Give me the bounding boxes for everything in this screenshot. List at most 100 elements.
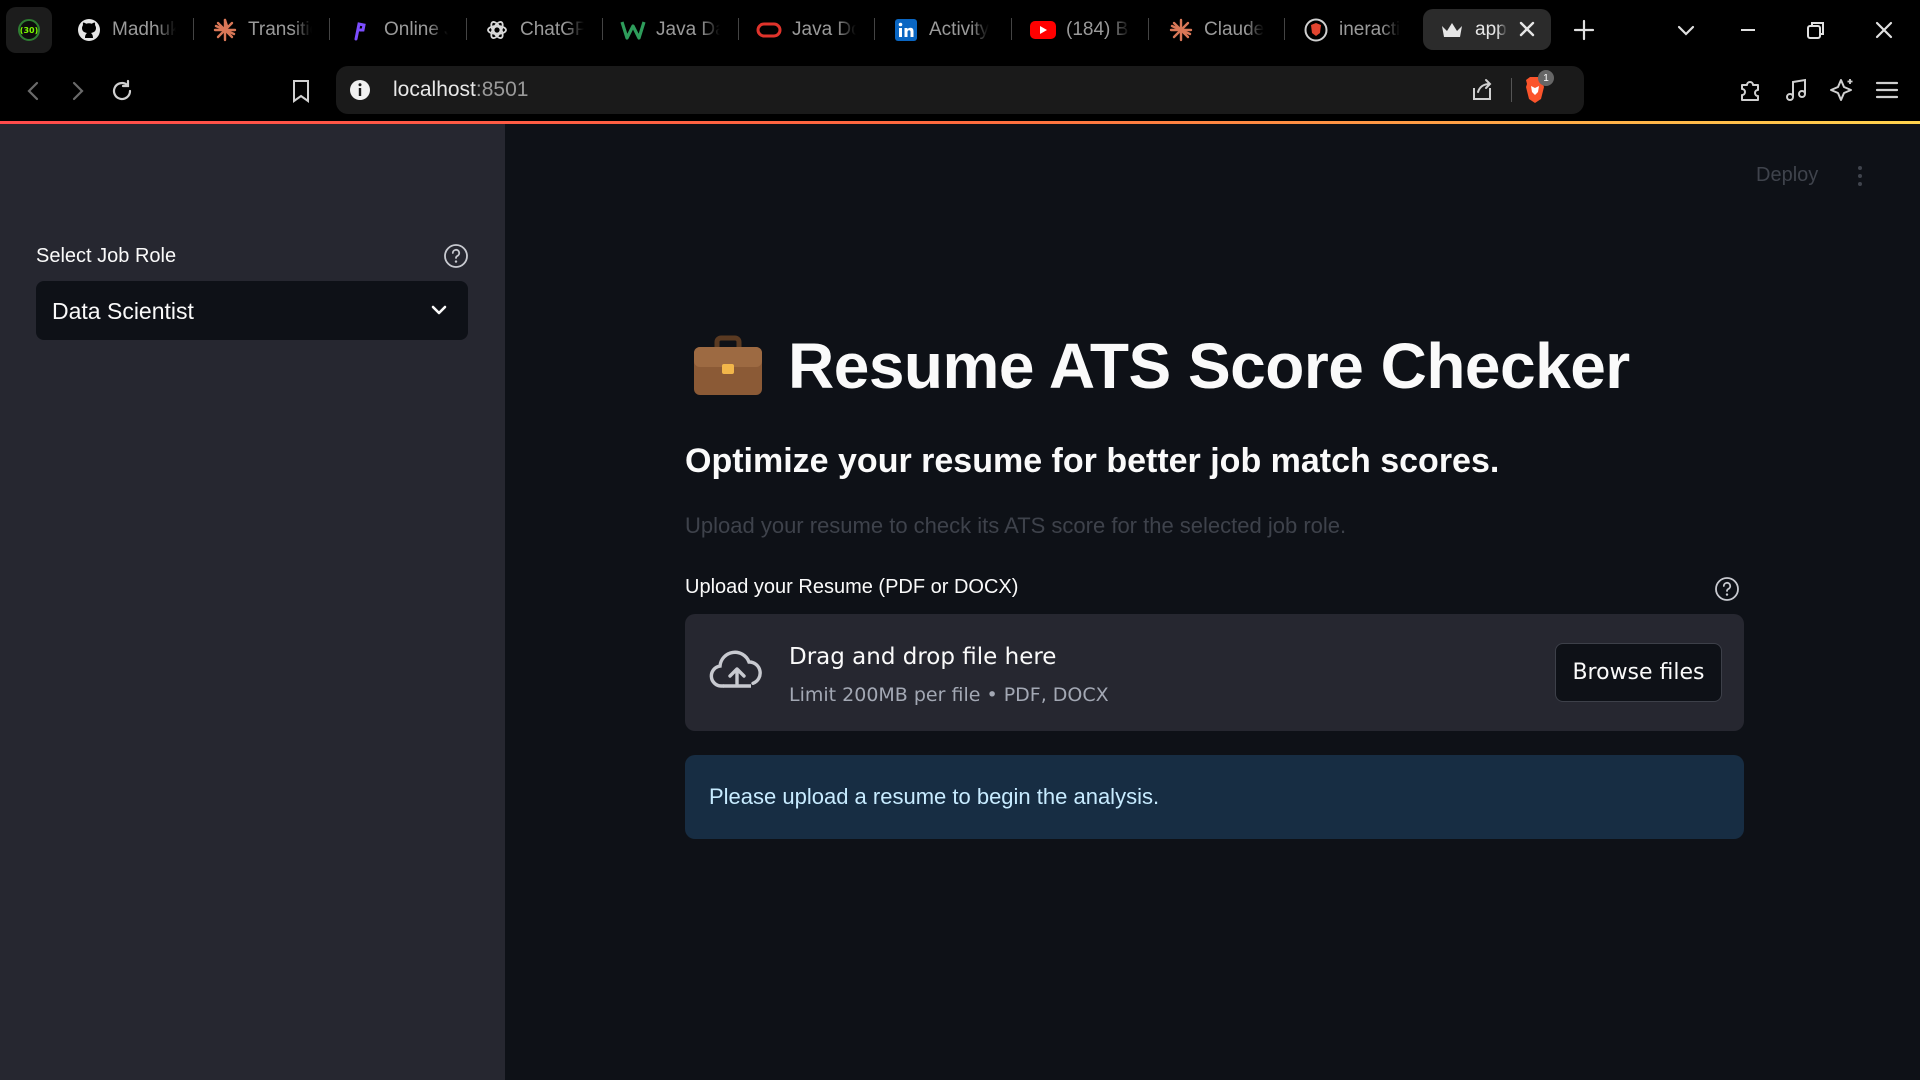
minimize-window-button[interactable] [1732,14,1764,46]
puzzle-icon [1741,81,1759,101]
reload-button[interactable] [104,73,140,109]
site-info-icon[interactable] [348,78,372,102]
brave-shield-icon [1303,17,1329,43]
github-icon [76,17,102,43]
pen-icon [348,17,374,43]
tab-label: Java Do [792,18,856,40]
url-host: localhost [393,78,476,101]
dropzone-title: Drag and drop file here [789,644,1057,670]
browser-toolbar: localhost:8501 1 [0,59,1920,121]
help-icon[interactable] [1714,576,1740,602]
minimize-icon [1741,29,1755,31]
claude-icon [212,17,238,43]
brave-shields-badge: 1 [1538,70,1554,86]
tab-active[interactable]: app [1423,9,1551,50]
dropzone-limit-text: Limit 200MB per file • PDF, DOCX [789,684,1109,706]
tab-3[interactable]: ChatGP [484,9,584,50]
tab-list-button[interactable] [1670,14,1702,46]
tab-9[interactable]: ineracti [1303,9,1407,50]
tab-separator [1011,18,1012,40]
tab-strip: (30) Madhuk Transitio Online J [0,0,1920,59]
share-icon[interactable] [1468,76,1496,104]
close-window-button[interactable] [1868,14,1900,46]
tab-separator [738,18,739,40]
sidebar: Select Job Role Data Scientist [0,124,505,1080]
back-button[interactable] [16,73,52,109]
reload-icon [112,79,132,101]
job-role-selected-value: Data Scientist [52,298,194,324]
streamlit-crown-icon [1439,17,1465,43]
extensions-button[interactable] [1734,73,1768,107]
sparkle-star-icon [1830,79,1853,101]
info-alert: Please upload a resume to begin the anal… [685,755,1744,839]
tab-7[interactable]: (184) Bu [1030,9,1130,50]
bookmark-button[interactable] [283,73,319,109]
close-icon [1875,21,1893,39]
app-badge-icon: (30) [18,19,40,41]
tab-4[interactable]: Java Dat [620,9,720,50]
tab-separator [466,18,467,40]
tab-label: Madhuk [112,18,176,40]
omnibox-divider [1511,78,1512,102]
tab-separator [602,18,603,40]
hamburger-menu-icon [1875,81,1899,99]
upload-label: Upload your Resume (PDF or DOCX) [685,576,1019,598]
tab-8[interactable]: Claude [1168,9,1278,50]
chatgpt-icon [484,17,510,43]
page-title: Resume ATS Score Checker [788,330,1630,402]
briefcase-icon [692,335,764,397]
cloud-upload-icon [709,650,765,694]
browse-files-button[interactable]: Browse files [1555,643,1722,702]
tab-separator [1148,18,1149,40]
tab-label: (184) Bu [1066,18,1130,40]
file-dropzone[interactable]: Drag and drop file here Limit 200MB per … [685,614,1744,731]
forward-arrow-icon [72,81,84,101]
url-port: :8501 [475,78,529,101]
tab-separator [874,18,875,40]
tab-label: app [1475,18,1507,40]
tab-6[interactable]: Activity [893,9,1003,50]
tab-label: ChatGP [520,18,584,40]
tab-label: Online J [384,18,448,40]
select-job-role-label: Select Job Role [36,245,177,267]
restore-icon [1807,22,1824,39]
page-title-row: Resume ATS Score Checker [692,324,1630,408]
tab-label: Claude [1204,18,1265,40]
tab-separator [193,18,194,40]
back-arrow-icon [27,81,39,101]
forward-button[interactable] [59,73,95,109]
deploy-button[interactable]: Deploy [1756,164,1818,187]
page-subtitle: Optimize your resume for better job matc… [685,442,1500,480]
w-icon [620,17,646,43]
restore-window-button[interactable] [1800,14,1832,46]
url-text[interactable]: localhost:8501 [393,78,528,102]
tab-label: Java Dat [656,18,720,40]
address-bar[interactable]: localhost:8501 1 [336,66,1584,114]
main-content: Deploy Resume ATS Score Checker Optimize… [505,124,1920,1080]
youtube-icon [1030,17,1056,43]
linkedin-icon [893,17,919,43]
music-note-icon [1786,78,1806,101]
new-tab-button[interactable] [1568,14,1600,46]
bookmark-icon [293,80,309,103]
close-tab-icon[interactable] [1515,17,1539,41]
tab-0[interactable]: Madhuk [76,9,176,50]
tab-1[interactable]: Transitio [212,9,312,50]
chevron-down-icon [1677,25,1695,36]
more-options-icon[interactable] [1850,164,1870,188]
tab-label: ineracti [1339,18,1401,40]
browser-menu-button[interactable] [1870,73,1904,107]
plus-icon [1573,19,1595,41]
tab-5[interactable]: Java Do [756,9,856,50]
claude-icon [1168,17,1194,43]
tab-label: Activity [929,18,990,40]
media-button[interactable] [1780,73,1814,107]
oracle-icon [756,17,782,43]
tab-separator [329,18,330,40]
tab-search-button[interactable]: (30) [6,7,52,53]
leo-ai-button[interactable] [1825,73,1859,107]
tab-separator [1284,18,1285,40]
job-role-select[interactable]: Data Scientist [36,281,468,340]
help-icon[interactable] [443,243,469,269]
tab-2[interactable]: Online J [348,9,448,50]
